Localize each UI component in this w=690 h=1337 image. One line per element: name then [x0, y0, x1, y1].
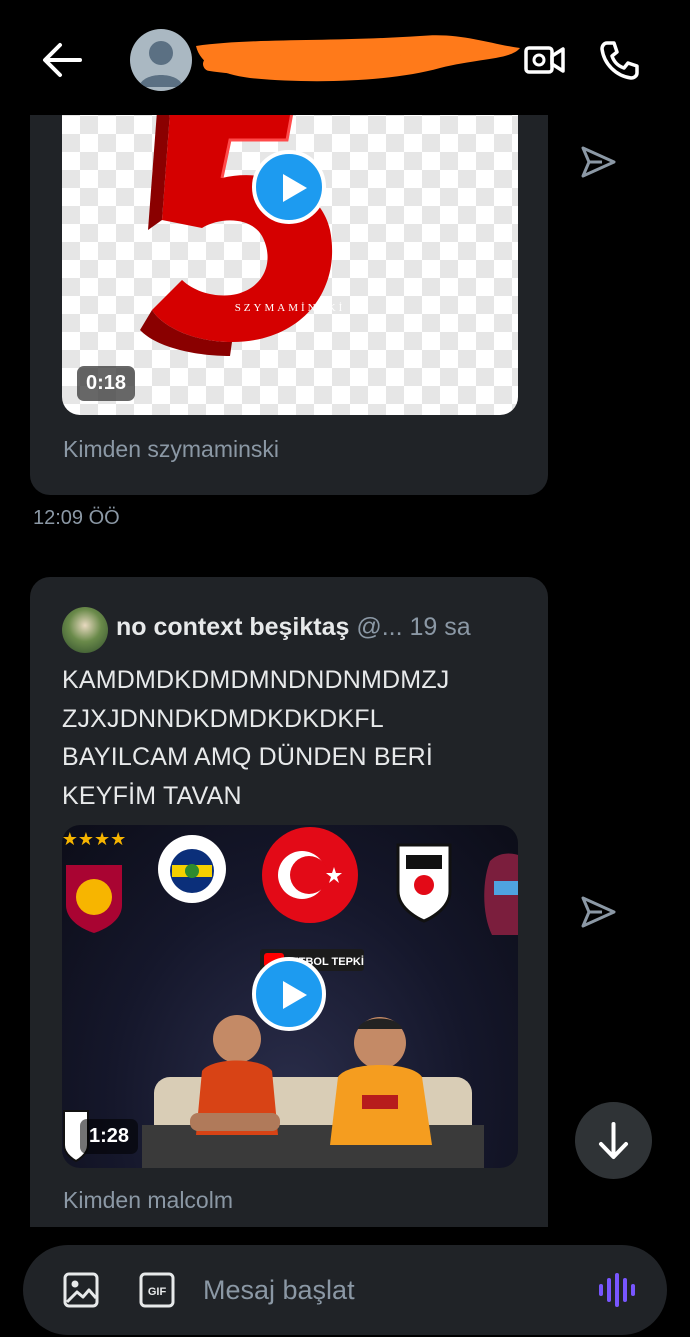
gif-icon: GIF — [139, 1272, 175, 1308]
voice-call-button[interactable] — [598, 38, 642, 82]
redacted-contact-name — [196, 35, 520, 82]
image-icon — [63, 1272, 99, 1308]
voice-wave-icon — [599, 1273, 635, 1307]
video-thumbnail[interactable]: SZYMAMİNSKİ 0:18 — [62, 80, 518, 415]
forwarded-from-label: Kimden szymaminski — [63, 436, 279, 462]
turkish-flag-icon — [262, 827, 358, 923]
message-bubble: SZYMAMİNSKİ 0:18 Kimden szymaminski — [30, 80, 548, 495]
tweet-text-line: ZJXJDNNDKDMDKDKDKFL — [62, 704, 384, 733]
send-icon — [581, 896, 616, 928]
tweet-header[interactable]: no context beşiktaş @... 19 sa — [116, 613, 526, 642]
svg-text:★★★★: ★★★★ — [62, 829, 126, 849]
video-thumbnail[interactable]: ★★★★ FUTBOL TEPKİ 1:28 — [62, 825, 518, 1168]
scroll-to-bottom-button[interactable] — [575, 1102, 652, 1179]
forwarded-from-label: Kimden malcolm — [63, 1187, 233, 1213]
tweet-text: KAMDMDKDMDMNDNDNMDMZJ ZJXJDNNDKDMDKDKDKF… — [62, 661, 522, 815]
tweet-text-line: KAMDMDKDMDMNDNDNMDMZJ — [62, 666, 450, 694]
tweet-text-line: KEYFİM TAVAN — [62, 781, 242, 810]
tweet-author-name: no context beşiktaş — [116, 613, 350, 641]
default-avatar-icon — [139, 41, 183, 87]
video-duration: 0:18 — [77, 366, 136, 401]
video-duration: 1:28 — [80, 1119, 139, 1154]
red-five-graphic: SZYMAMİNSKİ — [140, 83, 346, 356]
phone-icon — [600, 41, 639, 80]
contact-avatar[interactable] — [130, 29, 192, 91]
trabzonspor-crest-icon — [484, 853, 518, 935]
arrow-left-icon — [43, 43, 82, 77]
tweet-text-line: BAYILCAM AMQ DÜNDEN BERİ — [62, 743, 434, 771]
message-bubble: no context beşiktaş @... 19 sa KAMDMDKDM… — [30, 577, 548, 1227]
chat-header — [0, 0, 690, 115]
video-call-button[interactable] — [522, 40, 566, 80]
share-button[interactable] — [578, 144, 618, 180]
tweet-age: 19 sa — [409, 613, 471, 641]
media-logo-text: SZYMAMİNSKİ — [235, 302, 346, 314]
play-button[interactable] — [252, 150, 326, 224]
galatasaray-crest-icon: ★★★★ — [62, 829, 126, 933]
back-button[interactable] — [40, 40, 84, 80]
send-icon — [581, 146, 616, 178]
message-input[interactable] — [203, 1268, 573, 1312]
add-gif-button[interactable]: GIF — [139, 1272, 175, 1308]
voice-message-button[interactable] — [597, 1272, 637, 1308]
tweet-author-avatar[interactable] — [62, 607, 108, 653]
message-timestamp: 12:09 ÖÖ — [33, 507, 120, 529]
arrow-down-icon — [599, 1122, 628, 1159]
message-composer: GIF — [23, 1245, 667, 1335]
fenerbahce-crest-icon — [158, 835, 226, 903]
share-button[interactable] — [578, 894, 618, 930]
video-camera-icon — [524, 46, 565, 74]
add-image-button[interactable] — [63, 1272, 99, 1308]
besiktas-crest-icon — [396, 843, 452, 923]
play-button[interactable] — [252, 957, 326, 1031]
svg-text:GIF: GIF — [148, 1286, 167, 1298]
tweet-author-handle: @... — [356, 613, 403, 641]
